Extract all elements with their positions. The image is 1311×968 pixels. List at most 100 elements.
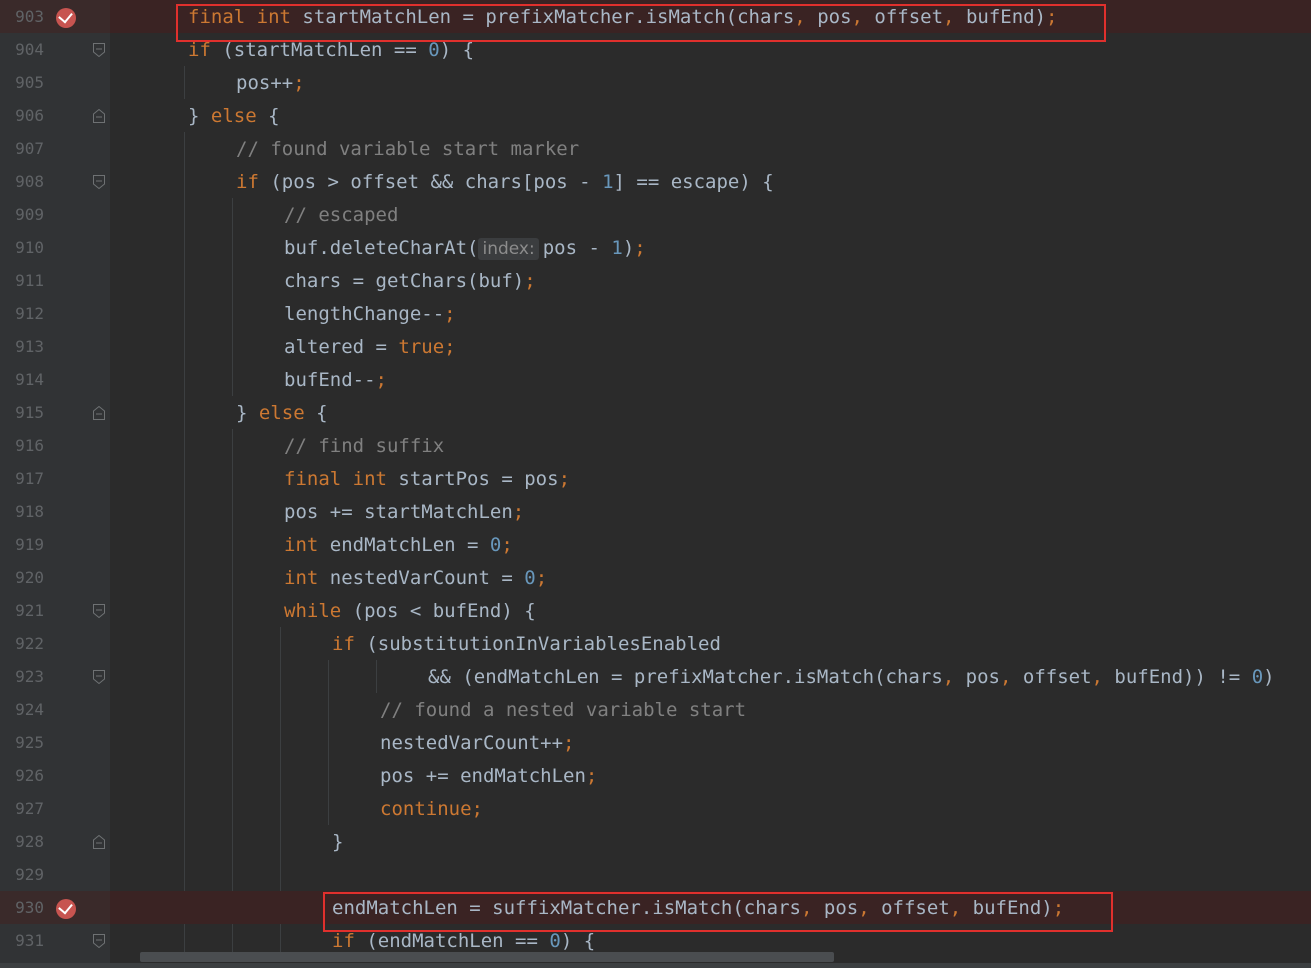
code-editor[interactable]: 903 final int startMatchLen = prefixMatch…: [0, 0, 1311, 968]
gutter-cell[interactable]: 911: [0, 264, 110, 297]
gutter-cell[interactable]: 920: [0, 561, 110, 594]
gutter-cell[interactable]: 921: [0, 594, 110, 627]
code-line-928[interactable]: 928}: [0, 825, 1311, 858]
gutter-cell[interactable]: 915: [0, 396, 110, 429]
fold-open-icon[interactable]: [93, 604, 105, 618]
code-line-925[interactable]: 925 nestedVarCount++;: [0, 726, 1311, 759]
code-text[interactable]: final int startPos = pos;: [284, 468, 570, 490]
code-line-909[interactable]: 909 // escaped: [0, 198, 1311, 231]
breakpoint-verified-icon[interactable]: [56, 899, 76, 919]
gutter-cell[interactable]: 926: [0, 759, 110, 792]
code-text[interactable]: && (endMatchLen = prefixMatcher.isMatch(…: [428, 666, 1275, 688]
gutter-cell[interactable]: 912: [0, 297, 110, 330]
code-text[interactable]: }: [332, 831, 343, 853]
code-line-910[interactable]: 910 buf.deleteCharAt(index: pos - 1);: [0, 231, 1311, 264]
code-token: pos -: [542, 237, 612, 259]
code-text[interactable]: chars = getChars(buf);: [284, 270, 536, 292]
gutter-cell[interactable]: 914: [0, 363, 110, 396]
code-token: else: [258, 402, 317, 424]
code-line-923[interactable]: 923 && (endMatchLen = prefixMatcher.isMat…: [0, 660, 1311, 693]
gutter-cell[interactable]: 930: [0, 891, 110, 924]
gutter-cell[interactable]: 907: [0, 132, 110, 165]
gutter-cell[interactable]: 923: [0, 660, 110, 693]
code-text[interactable]: // found a nested variable start: [380, 699, 746, 721]
code-token: ;: [293, 72, 305, 94]
code-line-926[interactable]: 926 pos += endMatchLen;: [0, 759, 1311, 792]
gutter-cell[interactable]: 909: [0, 198, 110, 231]
code-line-916[interactable]: 916 // find suffix: [0, 429, 1311, 462]
gutter-cell[interactable]: 928: [0, 825, 110, 858]
code-line-915[interactable]: 915 } else {: [0, 396, 1311, 429]
code-text[interactable]: // escaped: [284, 204, 398, 226]
horizontal-scrollbar[interactable]: [140, 952, 834, 962]
code-line-929[interactable]: 929: [0, 858, 1311, 891]
gutter-cell[interactable]: 905: [0, 66, 110, 99]
code-token: (pos > offset && chars[pos -: [270, 171, 603, 193]
code-text[interactable]: // find suffix: [284, 435, 444, 457]
line-number: 925: [15, 733, 44, 752]
code-text[interactable]: } else {: [188, 105, 280, 127]
gutter-cell[interactable]: 922: [0, 627, 110, 660]
gutter-cell[interactable]: 925: [0, 726, 110, 759]
code-text[interactable]: if (endMatchLen == 0) {: [332, 930, 595, 952]
code-line-921[interactable]: 921 while (pos < bufEnd) {: [0, 594, 1311, 627]
gutter-cell[interactable]: 919: [0, 528, 110, 561]
code-text[interactable]: altered = true;: [284, 336, 456, 358]
fold-open-icon[interactable]: [93, 934, 105, 948]
code-text[interactable]: buf.deleteCharAt(index: pos - 1);: [284, 237, 646, 260]
code-token: ) {: [439, 39, 475, 61]
gutter-cell[interactable]: 913: [0, 330, 110, 363]
fold-close-icon[interactable]: [93, 406, 105, 420]
fold-open-icon[interactable]: [93, 175, 105, 189]
code-text[interactable]: pos += endMatchLen;: [380, 765, 597, 787]
fold-open-icon[interactable]: [93, 670, 105, 684]
code-line-905[interactable]: 905 pos++;: [0, 66, 1311, 99]
gutter-cell[interactable]: 904: [0, 33, 110, 66]
gutter-cell[interactable]: 924: [0, 693, 110, 726]
code-line-919[interactable]: 919 int endMatchLen = 0;: [0, 528, 1311, 561]
code-line-922[interactable]: 922 if (substitutionInVariablesEnabled: [0, 627, 1311, 660]
fold-close-icon[interactable]: [93, 835, 105, 849]
gutter-cell[interactable]: 931: [0, 924, 110, 957]
code-line-924[interactable]: 924 // found a nested variable start: [0, 693, 1311, 726]
line-number: 914: [15, 370, 44, 389]
code-text[interactable]: continue;: [380, 798, 483, 820]
code-text[interactable]: // found variable start marker: [236, 138, 579, 160]
code-line-913[interactable]: 913 altered = true;: [0, 330, 1311, 363]
gutter-cell[interactable]: 917: [0, 462, 110, 495]
code-line-917[interactable]: 917 final int startPos = pos;: [0, 462, 1311, 495]
code-text[interactable]: int nestedVarCount = 0;: [284, 567, 547, 589]
code-line-918[interactable]: 918 pos += startMatchLen;: [0, 495, 1311, 528]
code-line-907[interactable]: 907 // found variable start marker: [0, 132, 1311, 165]
code-line-908[interactable]: 908 if (pos > offset && chars[pos - 1] ==…: [0, 165, 1311, 198]
gutter-cell[interactable]: 929: [0, 858, 110, 891]
gutter-cell[interactable]: 908: [0, 165, 110, 198]
breakpoint-verified-icon[interactable]: [56, 8, 76, 28]
code-line-906[interactable]: 906 } else {: [0, 99, 1311, 132]
code-text[interactable]: while (pos < bufEnd) {: [284, 600, 536, 622]
code-line-912[interactable]: 912 lengthChange--;: [0, 297, 1311, 330]
gutter-cell[interactable]: 910: [0, 231, 110, 264]
code-text[interactable]: pos += startMatchLen;: [284, 501, 524, 523]
code-line-914[interactable]: 914 bufEnd--;: [0, 363, 1311, 396]
code-text[interactable]: if (substitutionInVariablesEnabled: [332, 633, 721, 655]
code-text[interactable]: if (startMatchLen == 0) {: [188, 39, 474, 61]
code-text[interactable]: pos++;: [236, 72, 305, 94]
fold-open-icon[interactable]: [93, 43, 105, 57]
gutter-cell[interactable]: 903: [0, 0, 110, 33]
code-line-920[interactable]: 920 int nestedVarCount = 0;: [0, 561, 1311, 594]
code-line-911[interactable]: 911 chars = getChars(buf);: [0, 264, 1311, 297]
code-text[interactable]: bufEnd--;: [284, 369, 387, 391]
code-text[interactable]: } else {: [236, 402, 328, 424]
line-number: 903: [15, 7, 44, 26]
gutter-cell[interactable]: 906: [0, 99, 110, 132]
fold-close-icon[interactable]: [93, 109, 105, 123]
gutter-cell[interactable]: 918: [0, 495, 110, 528]
gutter-cell[interactable]: 927: [0, 792, 110, 825]
gutter-cell[interactable]: 916: [0, 429, 110, 462]
code-text[interactable]: nestedVarCount++;: [380, 732, 574, 754]
code-text[interactable]: lengthChange--;: [284, 303, 456, 325]
code-text[interactable]: if (pos > offset && chars[pos - 1] == es…: [236, 171, 774, 193]
code-text[interactable]: int endMatchLen = 0;: [284, 534, 513, 556]
code-line-927[interactable]: 927 continue;: [0, 792, 1311, 825]
